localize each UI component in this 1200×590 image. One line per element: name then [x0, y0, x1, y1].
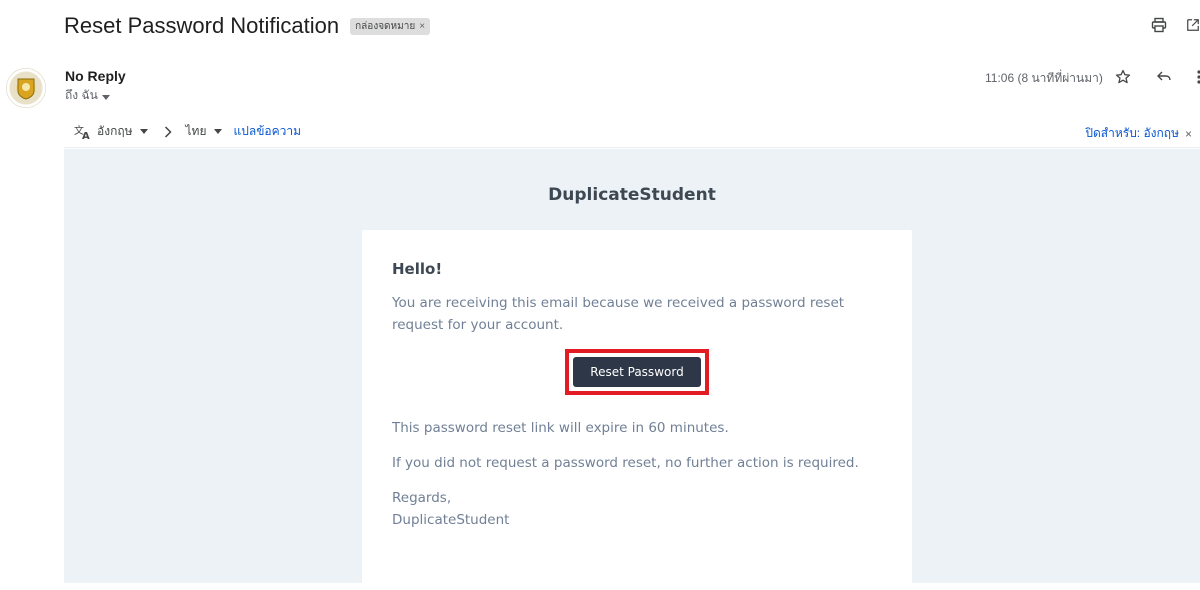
subject-actions [1148, 14, 1200, 36]
target-language-select[interactable]: ไทย [186, 122, 222, 141]
email-greeting: Hello! [392, 260, 443, 278]
inbox-label-text: กล่องจดหมาย [355, 20, 416, 32]
turn-off-translation-link[interactable]: ปิดสำหรับ: อังกฤษ [1085, 124, 1179, 143]
dropdown-arrow-icon [139, 129, 148, 134]
email-body: DuplicateStudent Hello! You are receivin… [64, 149, 1200, 590]
more-vert-icon[interactable] [1194, 66, 1200, 88]
dropdown-arrow-icon [213, 129, 222, 134]
turn-off-translation: ปิดสำหรับ: อังกฤษ × [1085, 124, 1192, 143]
remove-label-icon[interactable]: × [419, 20, 425, 33]
message-actions [1112, 66, 1200, 88]
regards-text: Regards, [392, 490, 452, 506]
chevron-right-icon [164, 125, 172, 138]
translate-bar: 文A อังกฤษ ไทย แปลข้อความ ปิดสำหรับ: อังก… [64, 116, 1200, 148]
sender-name[interactable]: No Reply [65, 68, 126, 84]
button-highlight-box: Reset Password [565, 349, 709, 395]
signature-text: DuplicateStudent [392, 512, 510, 528]
target-language-label: ไทย [185, 124, 207, 138]
star-icon[interactable] [1112, 66, 1134, 88]
email-card: Hello! You are receiving this email beca… [362, 230, 912, 590]
reply-icon[interactable] [1153, 66, 1175, 88]
email-subject: Reset Password Notification กล่องจดหมาย … [64, 13, 431, 39]
expire-note: This password reset link will expire in … [392, 420, 729, 436]
close-translate-icon[interactable]: × [1185, 127, 1192, 141]
email-timestamp: 11:06 (8 นาทีที่ผ่านมา) [985, 71, 1103, 85]
recipient-text: ถึง ฉัน [65, 88, 98, 102]
no-action-note: If you did not request a password reset,… [392, 455, 859, 471]
inbox-label-chip[interactable]: กล่องจดหมาย × [350, 17, 431, 35]
print-icon[interactable] [1148, 14, 1170, 36]
source-language-label: อังกฤษ [97, 124, 133, 138]
email-intro: You are receiving this email because we … [392, 295, 845, 333]
reset-password-button[interactable]: Reset Password [573, 357, 701, 387]
recipient-details-toggle[interactable]: ถึง ฉัน [65, 86, 110, 105]
translate-message-link[interactable]: แปลข้อความ [234, 122, 302, 141]
sender-avatar[interactable] [6, 68, 46, 108]
open-in-new-window-icon[interactable] [1186, 14, 1200, 36]
subject-title: Reset Password Notification [64, 13, 340, 38]
translate-icon: 文A [74, 124, 91, 140]
email-brand-header[interactable]: DuplicateStudent [64, 185, 1200, 205]
source-language-select[interactable]: อังกฤษ [97, 122, 148, 141]
svg-text:A: A [82, 131, 90, 140]
email-signoff: Regards, DuplicateStudent [392, 487, 882, 531]
dropdown-arrow-icon [101, 89, 110, 103]
